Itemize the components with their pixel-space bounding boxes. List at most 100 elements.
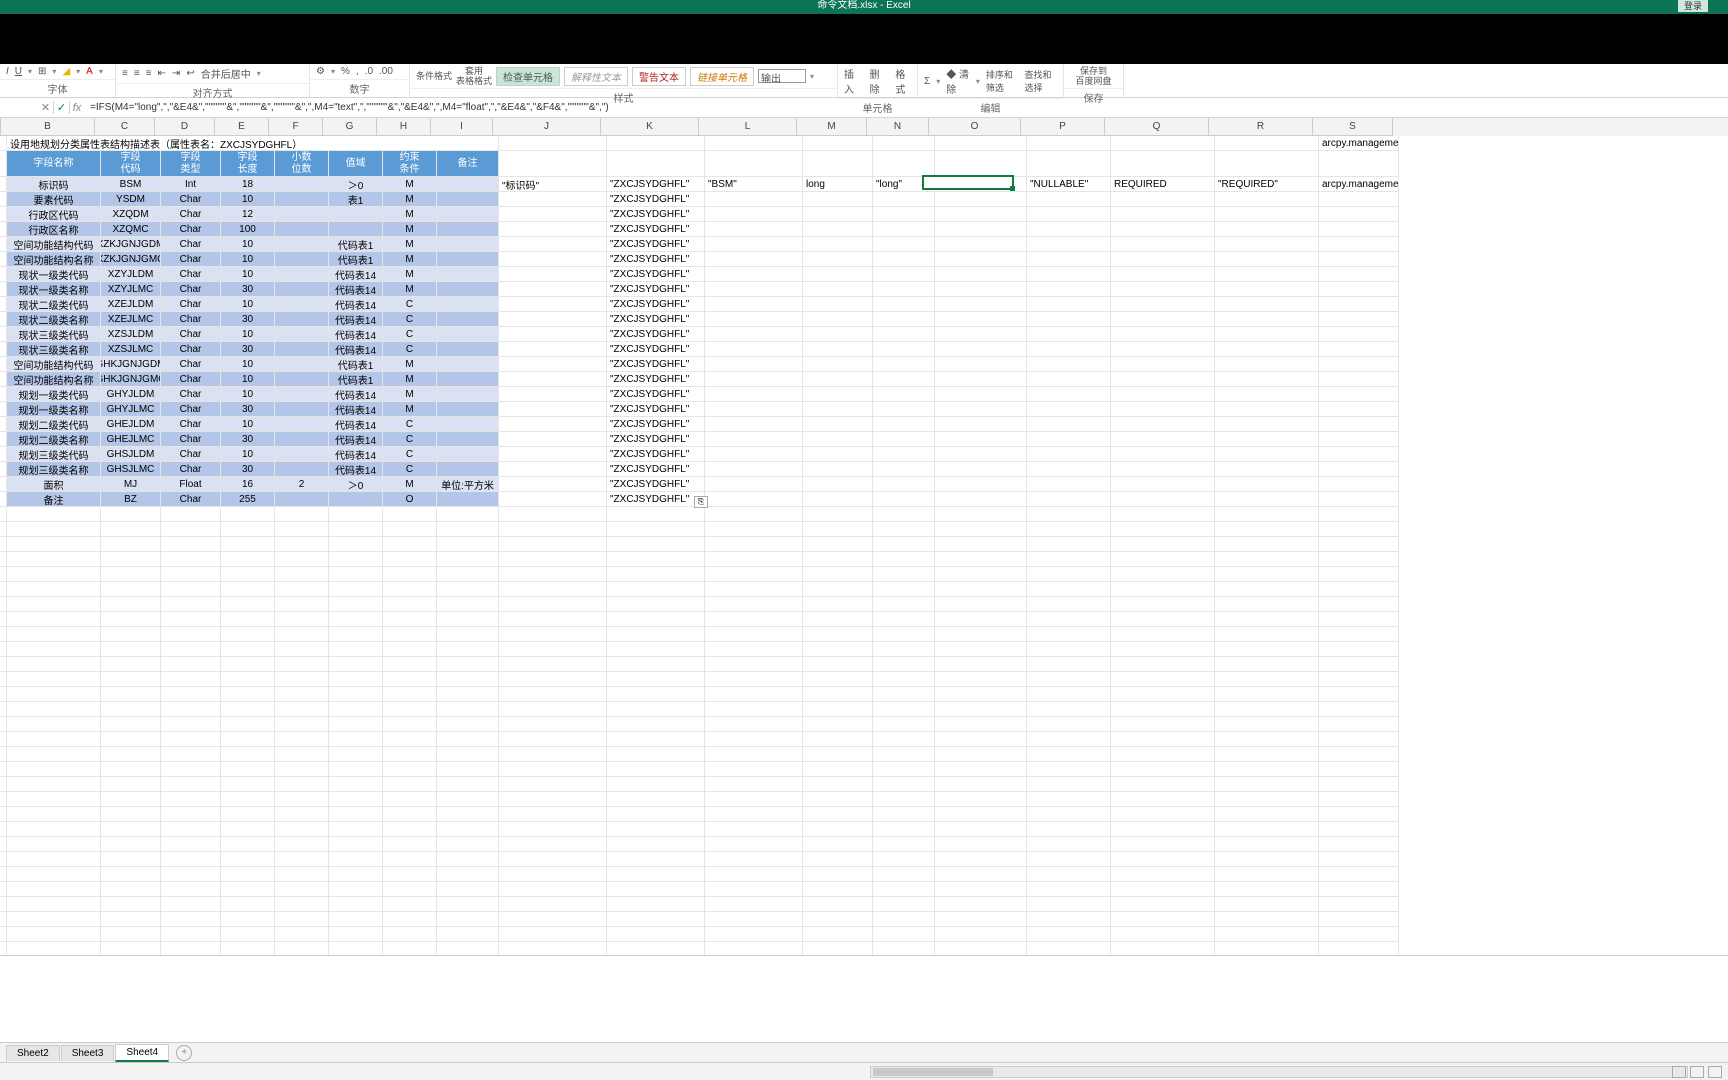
autosum-button[interactable]: Σ bbox=[924, 76, 930, 87]
cell[interactable] bbox=[1111, 417, 1215, 432]
cell[interactable] bbox=[499, 867, 607, 882]
table-cell[interactable]: 10 bbox=[221, 192, 275, 207]
cell[interactable] bbox=[161, 792, 221, 807]
cell[interactable] bbox=[873, 852, 935, 867]
table-cell[interactable]: M bbox=[383, 372, 437, 387]
cell[interactable] bbox=[935, 927, 1027, 942]
cell[interactable] bbox=[101, 702, 161, 717]
cell[interactable] bbox=[221, 762, 275, 777]
cell[interactable] bbox=[1027, 642, 1111, 657]
cell[interactable] bbox=[607, 732, 705, 747]
cell[interactable] bbox=[101, 642, 161, 657]
cell[interactable] bbox=[221, 642, 275, 657]
table-cell[interactable]: O bbox=[383, 492, 437, 507]
table-cell[interactable]: 现状一级类名称 bbox=[7, 282, 101, 297]
cell[interactable] bbox=[873, 807, 935, 822]
cell[interactable] bbox=[1215, 312, 1319, 327]
cell[interactable] bbox=[0, 867, 7, 882]
cell[interactable] bbox=[161, 867, 221, 882]
table-cell[interactable]: GHSJLDM bbox=[101, 447, 161, 462]
sort-button[interactable]: 排序和筛选 bbox=[986, 68, 1019, 94]
table-cell[interactable]: Char bbox=[161, 282, 221, 297]
cell[interactable] bbox=[499, 402, 607, 417]
cell[interactable] bbox=[873, 222, 935, 237]
cell[interactable]: "ZXCJSYDGHFL" bbox=[607, 267, 705, 282]
table-cell[interactable] bbox=[275, 387, 329, 402]
cell[interactable] bbox=[275, 777, 329, 792]
cell[interactable] bbox=[873, 447, 935, 462]
cell[interactable]: "ZXCJSYDGHFL" bbox=[607, 207, 705, 222]
table-cell[interactable]: Char bbox=[161, 462, 221, 477]
table-cell[interactable]: GHEJLDM bbox=[101, 417, 161, 432]
cell[interactable] bbox=[873, 192, 935, 207]
cell[interactable] bbox=[705, 822, 803, 837]
inc-decimal-button[interactable]: .0 bbox=[365, 66, 373, 77]
cell[interactable] bbox=[499, 762, 607, 777]
cell[interactable] bbox=[607, 582, 705, 597]
cell[interactable] bbox=[803, 747, 873, 762]
cell[interactable] bbox=[1215, 462, 1319, 477]
cell[interactable] bbox=[607, 837, 705, 852]
cell[interactable] bbox=[161, 747, 221, 762]
cell[interactable] bbox=[935, 522, 1027, 537]
table-cell[interactable]: M bbox=[383, 207, 437, 222]
cell[interactable] bbox=[705, 807, 803, 822]
cell[interactable] bbox=[1215, 597, 1319, 612]
table-cell[interactable] bbox=[275, 462, 329, 477]
table-cell[interactable]: 代码表14 bbox=[329, 327, 383, 342]
cell[interactable] bbox=[935, 732, 1027, 747]
cell[interactable] bbox=[873, 312, 935, 327]
cell[interactable] bbox=[101, 777, 161, 792]
cell[interactable] bbox=[1215, 867, 1319, 882]
cell[interactable] bbox=[1111, 462, 1215, 477]
cell[interactable] bbox=[1027, 537, 1111, 552]
cell[interactable] bbox=[803, 252, 873, 267]
cell[interactable] bbox=[221, 597, 275, 612]
table-cell[interactable]: 代码表14 bbox=[329, 282, 383, 297]
cell[interactable] bbox=[705, 342, 803, 357]
cell[interactable] bbox=[383, 552, 437, 567]
cell[interactable] bbox=[1111, 522, 1215, 537]
cell[interactable] bbox=[1027, 942, 1111, 956]
cell[interactable] bbox=[803, 297, 873, 312]
cell[interactable] bbox=[1111, 867, 1215, 882]
cell-style-check[interactable]: 检查单元格 bbox=[496, 67, 560, 86]
cell[interactable] bbox=[275, 792, 329, 807]
cell[interactable] bbox=[705, 627, 803, 642]
cell[interactable] bbox=[873, 342, 935, 357]
cell[interactable] bbox=[1319, 642, 1399, 657]
cell[interactable] bbox=[329, 522, 383, 537]
cell[interactable] bbox=[221, 582, 275, 597]
cell[interactable] bbox=[935, 462, 1027, 477]
cell[interactable] bbox=[803, 357, 873, 372]
cell[interactable] bbox=[7, 642, 101, 657]
cell[interactable] bbox=[161, 672, 221, 687]
cell[interactable] bbox=[1027, 897, 1111, 912]
cell[interactable] bbox=[1027, 477, 1111, 492]
cell[interactable] bbox=[705, 237, 803, 252]
cell[interactable] bbox=[1215, 642, 1319, 657]
cell[interactable] bbox=[1319, 837, 1399, 852]
login-button[interactable]: 登录 bbox=[1678, 0, 1708, 12]
table-cell[interactable] bbox=[275, 177, 329, 192]
table-cell[interactable]: BSM bbox=[101, 177, 161, 192]
table-cell[interactable] bbox=[275, 312, 329, 327]
table-cell[interactable] bbox=[437, 237, 499, 252]
cell[interactable] bbox=[873, 462, 935, 477]
cell[interactable] bbox=[499, 597, 607, 612]
cell[interactable] bbox=[607, 822, 705, 837]
table-cell[interactable]: 10 bbox=[221, 327, 275, 342]
cell[interactable] bbox=[161, 642, 221, 657]
cell[interactable] bbox=[101, 582, 161, 597]
cell[interactable] bbox=[0, 882, 7, 897]
cell[interactable] bbox=[161, 627, 221, 642]
cell[interactable] bbox=[329, 777, 383, 792]
cell[interactable] bbox=[499, 222, 607, 237]
table-cell[interactable]: 代码表1 bbox=[329, 237, 383, 252]
table-cell[interactable]: 100 bbox=[221, 222, 275, 237]
cell[interactable] bbox=[499, 792, 607, 807]
table-cell[interactable] bbox=[437, 492, 499, 507]
cell[interactable] bbox=[437, 597, 499, 612]
align-left-button[interactable]: ≡ bbox=[122, 68, 128, 79]
indent-dec-button[interactable]: ⇤ bbox=[158, 68, 166, 79]
